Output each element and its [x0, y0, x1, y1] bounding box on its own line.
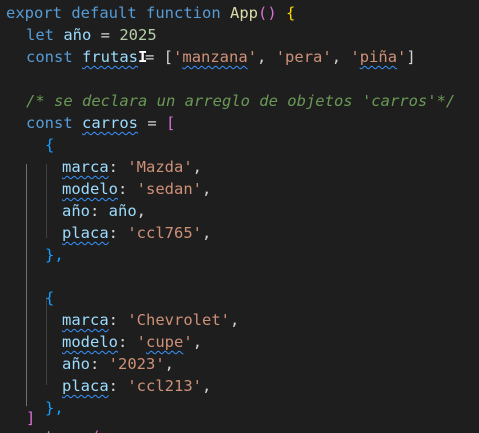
token: const: [26, 114, 73, 132]
token: carros: [82, 114, 139, 132]
token: ,: [257, 48, 276, 66]
token: {: [45, 136, 55, 154]
token: frutas: [82, 48, 139, 66]
token: default: [71, 4, 137, 22]
code-line-6: const carros = [: [26, 112, 175, 135]
token: cupe: [146, 333, 184, 351]
token: :: [90, 355, 109, 373]
token: ]: [406, 48, 416, 66]
token: =: [91, 26, 120, 44]
code-line-18: placa: 'ccl213',: [62, 375, 211, 398]
code-line-1: export default function App() {: [6, 2, 295, 25]
token: 'sedan': [136, 180, 202, 198]
token: ,: [202, 180, 212, 198]
token: 'ccl765': [127, 224, 202, 242]
token: 'Mazda': [127, 158, 193, 176]
token: :: [90, 202, 109, 220]
token: {: [45, 289, 55, 307]
indent-guide-carros: [26, 164, 27, 406]
token: :: [108, 224, 128, 242]
token: marca: [62, 158, 109, 176]
token: {: [286, 4, 296, 22]
token: año: [63, 26, 92, 44]
token: :: [108, 311, 128, 329]
token: ,: [164, 355, 175, 373]
token: ': [136, 333, 147, 351]
token: return: [26, 428, 82, 433]
token: 2025: [119, 26, 157, 44]
token: let: [26, 26, 54, 44]
code-line-14: {: [45, 287, 54, 310]
token: ,: [192, 333, 203, 351]
token: export: [6, 4, 62, 22]
token: },: [45, 399, 64, 417]
code-line-11: placa: 'ccl765',: [62, 222, 211, 245]
token: = [: [145, 48, 174, 66]
token: '2023': [108, 355, 165, 373]
code-line-9: modelo: 'sedan',: [62, 178, 211, 201]
token: marca: [62, 311, 109, 329]
token: placa: [62, 224, 109, 242]
code-line-7: {: [45, 134, 54, 157]
code-line-16: modelo: 'cupe',: [62, 331, 202, 354]
token: ': [247, 48, 258, 66]
token: año: [62, 355, 90, 373]
code-line-15: marca: 'Chevrolet',: [62, 309, 239, 332]
code-line-8: marca: 'Mazda',: [62, 156, 202, 179]
token: App: [230, 4, 259, 22]
token: ': [350, 48, 360, 66]
token: modelo: [62, 333, 118, 351]
token: ': [397, 48, 407, 66]
code-editor[interactable]: export default function App() { let año …: [0, 0, 479, 433]
code-line-10: año: año,: [62, 200, 146, 223]
code-line-comment: /* se declara un arreglo de objetos 'car…: [26, 90, 455, 113]
token: ,: [331, 48, 351, 66]
code-line-17: año: '2023',: [62, 353, 174, 376]
indent-guide-object-2: [46, 297, 47, 385]
token: ,: [202, 377, 212, 395]
indent-guide-object-1: [46, 164, 47, 238]
text-cursor-ibeam-icon: I: [138, 48, 148, 66]
token: ': [173, 48, 183, 66]
token: 'Chevrolet': [127, 311, 230, 329]
token: ,: [230, 311, 240, 329]
token: año: [108, 202, 137, 220]
token: año: [62, 202, 90, 220]
token: 'pera': [275, 48, 332, 66]
token: ': [183, 333, 193, 351]
token: ,: [136, 202, 147, 220]
token: :: [108, 377, 128, 395]
code-line-12: },: [45, 244, 64, 267]
token: ,: [202, 224, 212, 242]
token: },: [45, 246, 64, 264]
code-line-3: const frutasI= ['manzana', 'pera', 'piña…: [26, 46, 416, 69]
code-line-partial: return (: [0, 423, 479, 433]
code-line-19: },: [45, 397, 64, 420]
token: ,: [192, 158, 203, 176]
token: piña: [359, 48, 398, 66]
token: 'ccl213': [127, 377, 202, 395]
comment-text: /* se declara un arreglo de objetos 'car…: [26, 92, 456, 110]
code-line-2: let año = 2025: [26, 24, 157, 47]
token: function: [146, 4, 221, 22]
token: :: [118, 180, 137, 198]
token: (: [91, 428, 100, 433]
token: :: [118, 333, 137, 351]
token: :: [108, 158, 128, 176]
token: modelo: [62, 180, 118, 198]
token: (): [258, 4, 277, 22]
token: =: [138, 114, 167, 132]
token: manzana: [182, 48, 248, 66]
token: const: [26, 48, 73, 66]
token: placa: [62, 377, 109, 395]
token: [: [166, 114, 176, 132]
